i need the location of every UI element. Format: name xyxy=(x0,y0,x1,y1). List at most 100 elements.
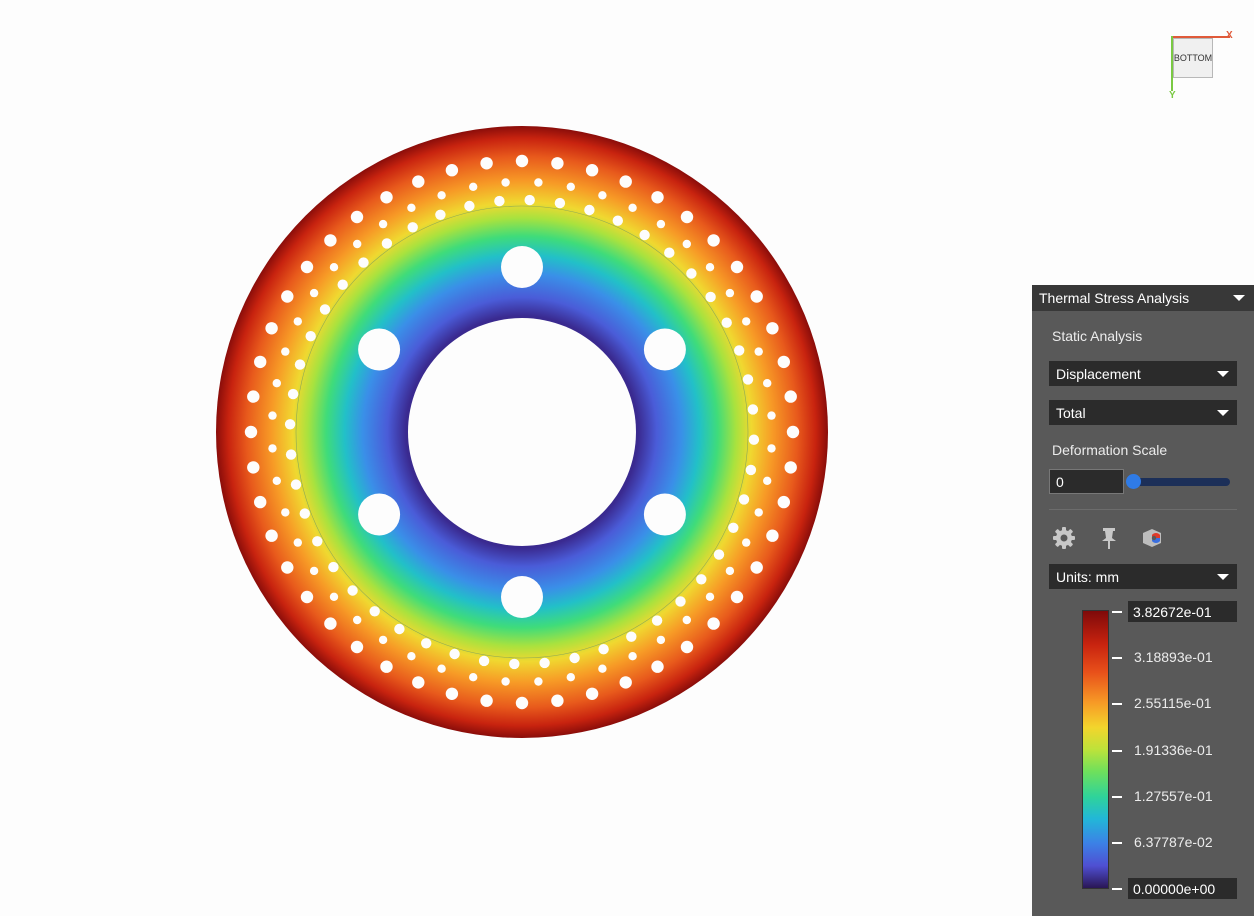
cooling-hole xyxy=(707,234,720,247)
cooling-hole xyxy=(281,347,290,356)
deformation-scale-slider[interactable] xyxy=(1132,478,1230,486)
legend-min-input[interactable]: 0.00000e+00 xyxy=(1128,878,1237,899)
result-type-value: Displacement xyxy=(1056,365,1141,382)
cooling-hole xyxy=(619,676,632,689)
cooling-hole xyxy=(651,615,663,626)
cooling-hole xyxy=(244,425,258,439)
magnet-icon[interactable] xyxy=(1139,525,1165,551)
cooling-hole xyxy=(265,322,278,335)
cooling-hole xyxy=(612,215,623,226)
legend-label: 6.37787e-02 xyxy=(1134,834,1213,850)
bolt-hole xyxy=(643,493,686,536)
component-dropdown[interactable]: Total xyxy=(1049,400,1237,425)
cooling-hole xyxy=(437,664,446,673)
cooling-hole xyxy=(745,464,757,476)
chevron-down-icon xyxy=(1217,371,1229,377)
cooling-hole xyxy=(734,345,745,356)
cooling-hole xyxy=(767,411,776,420)
cooling-hole xyxy=(515,696,529,710)
cooling-hole xyxy=(300,260,314,274)
cooling-hole xyxy=(272,476,281,485)
cooling-hole xyxy=(585,687,599,700)
cooling-hole xyxy=(290,479,302,490)
units-dropdown[interactable]: Units: mm xyxy=(1049,564,1237,589)
cooling-hole xyxy=(598,664,607,673)
bolt-hole xyxy=(358,493,401,536)
cooling-hole xyxy=(437,191,446,200)
cooling-hole xyxy=(501,178,510,187)
cooling-hole xyxy=(329,263,339,272)
cooling-hole xyxy=(268,444,277,453)
gear-icon[interactable] xyxy=(1051,525,1077,551)
cooling-hole xyxy=(626,631,637,642)
deformation-scale-input[interactable]: 0 xyxy=(1049,469,1124,494)
cooling-hole xyxy=(281,290,294,303)
cooling-hole xyxy=(300,590,314,604)
cooling-hole xyxy=(272,379,281,388)
cooling-hole xyxy=(750,290,763,303)
cooling-hole xyxy=(369,606,380,617)
cooling-hole xyxy=(705,263,715,272)
cooling-hole xyxy=(742,317,751,326)
view-cube-face[interactable]: BOTTOM xyxy=(1173,38,1213,78)
cooling-hole xyxy=(738,494,750,505)
cooling-hole xyxy=(786,425,800,439)
cooling-hole xyxy=(309,288,319,298)
cooling-hole xyxy=(281,508,290,517)
cooling-hole xyxy=(445,164,459,177)
legend-tick xyxy=(1112,611,1122,613)
cooling-hole xyxy=(656,635,666,645)
cooling-hole xyxy=(696,574,707,585)
deformation-scale-label: Deformation Scale xyxy=(1052,442,1168,458)
cooling-hole xyxy=(748,434,760,445)
cooling-hole xyxy=(651,191,664,204)
cooling-hole xyxy=(651,660,664,673)
cooling-hole xyxy=(639,229,650,241)
cooling-hole xyxy=(682,239,691,249)
y-axis-label: Y xyxy=(1169,90,1176,101)
cooling-hole xyxy=(767,444,776,453)
cooling-hole xyxy=(754,508,763,517)
legend-tick xyxy=(1112,750,1122,752)
cooling-hole xyxy=(407,203,416,212)
cooling-hole xyxy=(358,257,369,268)
cooling-hole xyxy=(705,592,715,601)
cooling-hole xyxy=(763,476,772,485)
cooling-hole xyxy=(285,449,297,460)
cooling-hole xyxy=(551,694,564,707)
cooling-hole xyxy=(350,640,364,654)
cooling-hole xyxy=(464,200,475,212)
panel-divider xyxy=(1049,509,1237,510)
legend-max-input[interactable]: 3.82672e-01 xyxy=(1128,601,1237,622)
cooling-hole xyxy=(628,203,637,212)
view-cube[interactable]: X Y BOTTOM xyxy=(1160,26,1240,106)
cooling-hole xyxy=(480,694,493,707)
legend-label: 1.27557e-01 xyxy=(1134,788,1213,804)
cooling-hole xyxy=(247,390,260,403)
cooling-hole xyxy=(378,635,388,645)
cooling-hole xyxy=(347,585,358,596)
cooling-hole xyxy=(407,222,418,233)
cooling-hole xyxy=(299,508,310,519)
cooling-hole xyxy=(763,379,772,388)
legend-label: 1.91336e-01 xyxy=(1134,742,1213,758)
cooling-hole xyxy=(584,204,595,216)
cooling-hole xyxy=(598,191,607,200)
bolt-hole xyxy=(643,328,686,371)
cooling-hole xyxy=(628,652,637,661)
collapse-caret-icon[interactable] xyxy=(1233,295,1245,301)
cooling-hole xyxy=(713,549,725,560)
cooling-hole xyxy=(268,411,277,420)
cooling-hole xyxy=(725,288,735,298)
legend-tick xyxy=(1112,703,1122,705)
deformation-slider-handle[interactable] xyxy=(1126,474,1141,489)
cooling-hole xyxy=(378,219,388,229)
panel-header[interactable]: Thermal Stress Analysis xyxy=(1032,285,1254,311)
center-bore xyxy=(408,318,636,546)
result-type-dropdown[interactable]: Displacement xyxy=(1049,361,1237,386)
chevron-down-icon xyxy=(1217,410,1229,416)
pin-icon[interactable] xyxy=(1096,525,1122,551)
cooling-hole xyxy=(742,374,754,385)
cooling-hole xyxy=(730,590,744,604)
cooling-hole xyxy=(721,317,732,328)
